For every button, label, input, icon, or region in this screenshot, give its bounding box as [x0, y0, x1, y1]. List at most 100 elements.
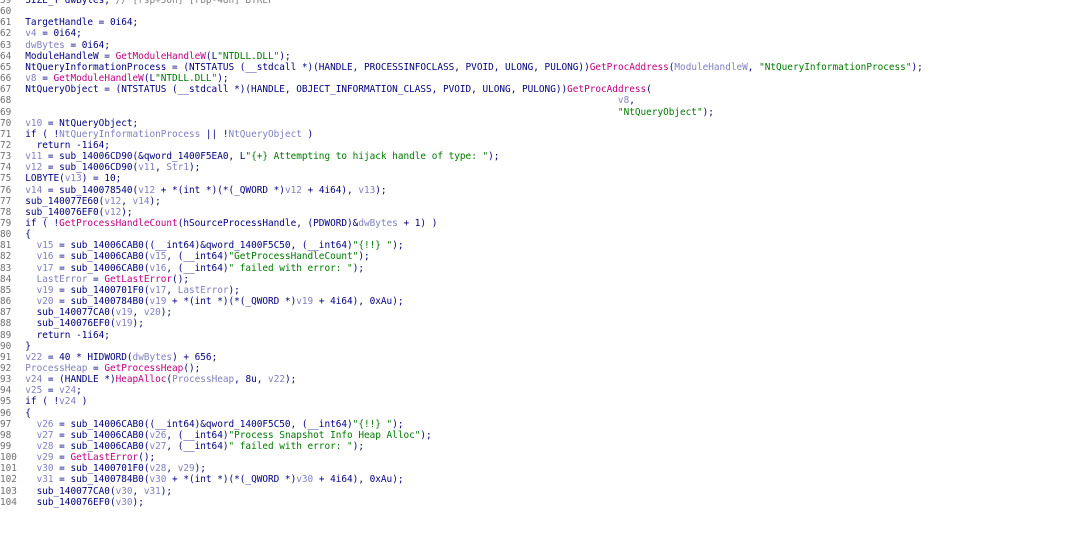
code-line[interactable]: 91 v22 = 40 * HIDWORD(dwBytes) + 656;: [0, 351, 217, 363]
code-line[interactable]: 96 {: [0, 407, 31, 419]
variable: v12: [104, 206, 122, 218]
variable: v24: [59, 385, 77, 397]
code-line[interactable]: 83 v17 = sub_14006CAB0(v16, (__int64)" f…: [0, 263, 364, 274]
code-line[interactable]: 86 v20 = sub_1400784B0(v19 + *(int *)(*(…: [0, 297, 403, 307]
code-line[interactable]: 62 v4 = 0i64;: [0, 29, 82, 39]
code-line[interactable]: 97 v26 = sub_14006CAB0((__int64)&qword_1…: [0, 418, 403, 430]
code-token: + *(int *)(*(_QWORD *): [166, 296, 297, 308]
line-number: 64: [0, 50, 12, 62]
code-line[interactable]: 84 LastError = GetLastError();: [0, 274, 189, 285]
variable: v14: [132, 195, 150, 207]
string-literal: "{+} Attempting to hijack handle of type…: [245, 151, 489, 163]
variable: v4: [14, 28, 37, 40]
code-token: sub_140076EF0(: [14, 496, 116, 508]
code-text: ModuleHandleW = GetModuleHandleW(L"NTDLL…: [14, 50, 290, 62]
code-line[interactable]: 64 ModuleHandleW = GetModuleHandleW(L"NT…: [0, 50, 291, 62]
variable: v10: [14, 117, 43, 129]
code-line[interactable]: 87 sub_140077CA0(v19, v20);: [0, 308, 172, 318]
code-token: =: [42, 385, 60, 397]
code-line[interactable]: 60: [0, 7, 14, 17]
code-line[interactable]: 61 TargetHandle = 0i64;: [0, 18, 138, 28]
variable: v11: [138, 162, 156, 174]
line-number: 71: [0, 128, 12, 140]
variable: LastError: [177, 284, 229, 296]
variable: v26: [14, 418, 54, 430]
code-token: ,: [747, 61, 760, 73]
code-line[interactable]: 81 v15 = sub_14006CAB0((__int64)&qword_1…: [0, 241, 403, 251]
code-line[interactable]: 88 sub_140076EF0(v19);: [0, 319, 144, 329]
code-line[interactable]: 75 LOBYTE(v13) = 10;: [0, 174, 121, 184]
code-line[interactable]: 63 dwBytes = 0i64;: [0, 39, 110, 51]
code-line[interactable]: 95 if ( !v24 ): [0, 397, 87, 407]
code-line[interactable]: 72 return -1i64;: [0, 140, 110, 151]
code-line[interactable]: 82 v16 = sub_14006CAB0(v15, (__int64)"Ge…: [0, 252, 370, 262]
line-number: 98: [0, 429, 12, 441]
code-line[interactable]: 71 if ( !NtQueryInformationProcess || !N…: [0, 128, 313, 140]
code-line[interactable]: 78 sub_140076EF0(v12);: [0, 206, 133, 218]
code-token: {: [14, 229, 31, 241]
pseudocode-editor[interactable]: 59 SIZE_T dwBytes; // [rsp+50h] [rbp-48h…: [0, 0, 1080, 544]
code-line[interactable]: 90 }: [0, 341, 31, 352]
variable: ModuleHandleW: [674, 61, 748, 73]
code-line[interactable]: 100 v29 = GetLastError();: [0, 453, 155, 463]
code-line[interactable]: 65 NtQueryInformationProcess = (NTSTATUS…: [0, 61, 923, 73]
line-number: 63: [0, 39, 12, 51]
code-line[interactable]: 73 v11 = sub_14006CD90(&qword_1400F5EA0,…: [0, 152, 499, 162]
code-token: ,: [155, 162, 167, 174]
code-line[interactable]: 93 v24 = (HANDLE *)HeapAlloc(ProcessHeap…: [0, 375, 296, 385]
code-line[interactable]: 99 v28 = sub_14006CAB0(v27, (__int64)" f…: [0, 442, 364, 452]
code-line[interactable]: 101 v30 = sub_1400701F0(v28, v29);: [0, 464, 206, 474]
code-token: =: [36, 73, 54, 85]
code-token: ();: [138, 452, 156, 464]
comment: // [rsp+50h] [rbp-48h] BYREF: [115, 0, 274, 6]
code-line[interactable]: 104 sub_140076EF0(v30);: [0, 496, 144, 508]
code-line[interactable]: 92 ProcessHeap = GetProcessHeap();: [0, 362, 200, 374]
code-line[interactable]: 89 return -1i64;: [0, 330, 110, 341]
code-text: NtQueryObject = (NTSTATUS (__stdcall *)(…: [14, 85, 652, 95]
string-literal: "NTDLL.DLL": [155, 73, 218, 85]
variable: dwBytes: [132, 351, 173, 363]
code-token: );: [702, 106, 714, 118]
variable: v8: [14, 73, 37, 85]
line-number: 96: [0, 407, 12, 419]
code-line[interactable]: 70 v10 = NtQueryObject;: [0, 117, 138, 129]
line-number: 94: [0, 385, 12, 397]
variable: v19: [296, 296, 314, 308]
code-line[interactable]: 67 NtQueryObject = (NTSTATUS (__stdcall …: [0, 85, 652, 95]
code-line[interactable]: 98 v27 = sub_14006CAB0(v26, (__int64)"Pr…: [0, 429, 432, 441]
line-number: 92: [0, 362, 12, 374]
variable: NtQueryInformationProcess: [59, 128, 201, 140]
line-number: 73: [0, 151, 12, 163]
code-line[interactable]: 59 SIZE_T dwBytes; // [rsp+50h] [rbp-48h…: [0, 0, 274, 6]
code-line[interactable]: 69 "NtQueryObject");: [0, 106, 714, 118]
variable: v12: [284, 184, 302, 196]
code-text: v17 = sub_14006CAB0(v16, (__int64)" fail…: [14, 263, 364, 274]
variable: v30: [115, 496, 133, 508]
code-line[interactable]: 80 {: [0, 230, 31, 240]
code-line[interactable]: 102 v31 = sub_1400784B0(v30 + *(int *)(*…: [0, 475, 403, 485]
variable: v22: [268, 374, 285, 386]
code-line[interactable]: 76 v14 = sub_140078540(v12 + *(int *)(*(…: [0, 184, 387, 196]
line-number: 82: [0, 251, 12, 263]
code-line[interactable]: 103 sub_140077CA0(v30, v31);: [0, 486, 172, 497]
code-text: sub_140076EF0(v30);: [14, 496, 144, 508]
variable: NtQueryObject: [228, 128, 302, 140]
code-line[interactable]: 79 if ( !GetProcessHandleCount(hSourcePr…: [0, 219, 437, 229]
code-token: );: [375, 184, 387, 196]
line-number: 61: [0, 17, 12, 29]
code-line[interactable]: 66 v8 = GetModuleHandleW(L"NTDLL.DLL");: [0, 74, 229, 84]
code-line[interactable]: 85 v19 = sub_1400701F0(v17, LastError);: [0, 284, 240, 296]
string-literal: " failed with error: ": [228, 441, 353, 452]
code-line[interactable]: 74 v12 = sub_14006CD90(v11, Str1);: [0, 163, 200, 173]
code-text: v29 = GetLastError();: [14, 452, 156, 464]
code-line[interactable]: 94 v25 = v24;: [0, 386, 82, 396]
code-token: sub_140077CA0(: [14, 307, 116, 319]
variable: v19: [149, 296, 167, 308]
code-token: (L: [143, 73, 156, 85]
code-token: NtQueryInformationProcess = (NTSTATUS (_…: [14, 61, 590, 73]
code-token: + 4i64), 0xAu);: [313, 474, 404, 486]
line-number: 69: [0, 106, 12, 118]
code-line[interactable]: 77 sub_140077E60(v12, v14);: [0, 195, 161, 207]
code-token: ModuleHandleW =: [14, 50, 116, 62]
code-line[interactable]: 68 v8,: [0, 96, 635, 106]
